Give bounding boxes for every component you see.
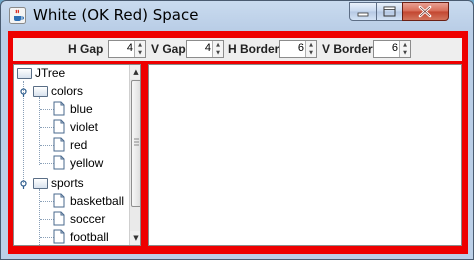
tree-connector — [40, 237, 54, 238]
tree-leaf-label: soccer — [70, 212, 106, 226]
scroll-up-arrow-icon[interactable]: ▲ — [130, 65, 140, 79]
tree-connector — [40, 109, 54, 110]
application-window: White (OK Red) Space H Gap 4 ▲ ▼ V Gap 4 — [0, 0, 474, 260]
scroll-down-arrow-icon[interactable]: ▼ — [130, 231, 140, 245]
tree-connector — [40, 145, 54, 146]
title-bar[interactable]: White (OK Red) Space — [1, 1, 473, 31]
v-gap-label: V Gap — [151, 42, 186, 56]
v-gap-arrows: ▲ ▼ — [212, 41, 223, 57]
document-icon — [53, 229, 65, 244]
h-border-spinner[interactable]: 6 ▲ ▼ — [279, 40, 317, 58]
folder-open-icon — [33, 86, 48, 97]
v-border-value: 6 — [391, 42, 398, 54]
tree-leaf-label: basketball — [70, 194, 125, 208]
tree-scroll-pane: JTree colors blue violet red yellow spor… — [13, 64, 141, 246]
tree-connector — [39, 97, 40, 165]
vertical-scrollbar[interactable]: ▲ ▼ — [129, 65, 140, 245]
document-icon — [53, 101, 65, 116]
window-title: White (OK Red) Space — [33, 6, 199, 24]
folder-open-icon — [17, 68, 32, 79]
h-gap-arrows: ▲ ▼ — [134, 41, 145, 57]
spinner-down-icon[interactable]: ▼ — [135, 49, 145, 57]
tree-connector — [40, 127, 54, 128]
expanded-toggle-icon[interactable] — [19, 88, 28, 97]
h-gap-spinner[interactable]: 4 ▲ ▼ — [108, 40, 146, 58]
spinner-up-icon[interactable]: ▲ — [400, 41, 410, 49]
document-icon — [53, 211, 65, 226]
right-panel — [148, 64, 462, 246]
tree-leaf-label: violet — [70, 120, 99, 134]
tree-root-label: JTree — [35, 66, 66, 80]
red-border-content: H Gap 4 ▲ ▼ V Gap 4 ▲ ▼ H Border 6 ▲ ▼ V… — [8, 31, 468, 254]
v-border-spinner[interactable]: 6 ▲ ▼ — [373, 40, 411, 58]
document-icon — [53, 193, 65, 208]
spinner-down-icon[interactable]: ▼ — [306, 49, 316, 57]
spacing-toolbar: H Gap 4 ▲ ▼ V Gap 4 ▲ ▼ H Border 6 ▲ ▼ V… — [13, 38, 462, 61]
java-coffee-cup-icon — [9, 7, 26, 24]
h-border-value: 6 — [297, 42, 304, 54]
document-icon — [53, 137, 65, 152]
spinner-up-icon[interactable]: ▲ — [306, 41, 316, 49]
maximize-button[interactable] — [376, 2, 403, 21]
v-border-arrows: ▲ ▼ — [399, 41, 410, 57]
h-border-label: H Border — [228, 42, 280, 56]
h-gap-label: H Gap — [68, 42, 104, 56]
close-icon — [418, 5, 432, 18]
v-gap-value: 4 — [204, 42, 211, 54]
grip-icon — [134, 138, 139, 146]
spinner-down-icon[interactable]: ▼ — [213, 49, 223, 57]
v-border-label: V Border — [322, 42, 373, 56]
maximize-icon — [383, 6, 396, 17]
tree-node-colors-label: colors — [51, 84, 84, 98]
scroll-thumb[interactable] — [131, 80, 140, 207]
tree-leaf-label: yellow — [70, 156, 104, 170]
spinner-up-icon[interactable]: ▲ — [213, 41, 223, 49]
spinner-up-icon[interactable]: ▲ — [135, 41, 145, 49]
folder-open-icon — [33, 178, 48, 189]
tree-leaf-label: blue — [70, 102, 93, 116]
expanded-toggle-icon[interactable] — [19, 180, 28, 189]
tree-connector — [40, 163, 54, 164]
tree-connector — [40, 219, 54, 220]
tree-node-sports-label: sports — [51, 176, 84, 190]
document-icon — [53, 155, 65, 170]
tree-leaf-label: football — [70, 230, 109, 244]
v-gap-spinner[interactable]: 4 ▲ ▼ — [186, 40, 224, 58]
minimize-button[interactable] — [349, 2, 377, 21]
close-button[interactable] — [402, 2, 449, 21]
minimize-icon — [357, 12, 369, 17]
tree-leaf-label: red — [70, 138, 88, 152]
tree-connector — [40, 201, 54, 202]
document-icon — [53, 119, 65, 134]
h-border-arrows: ▲ ▼ — [305, 41, 316, 57]
spinner-down-icon[interactable]: ▼ — [400, 49, 410, 57]
h-gap-value: 4 — [126, 42, 133, 54]
